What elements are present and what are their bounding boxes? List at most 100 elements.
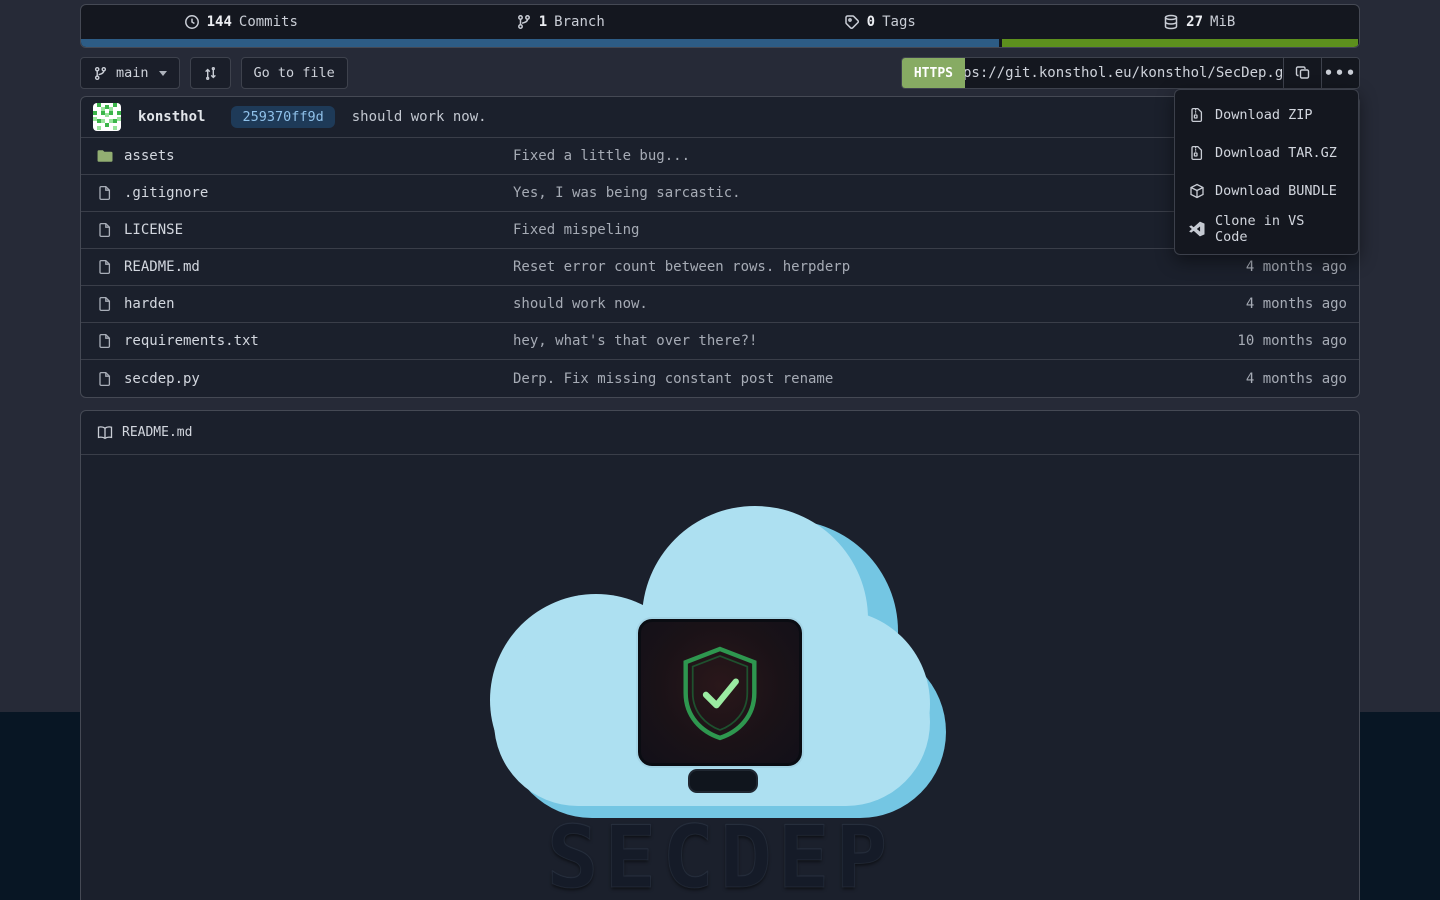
zip-file-icon	[1189, 145, 1205, 161]
kebab-icon: •••	[1324, 64, 1357, 82]
file-icon	[97, 333, 113, 349]
https-protocol-button[interactable]: HTTPS	[902, 58, 965, 88]
clone-url-value: ps://git.konsthol.eu/konsthol/SecDep.git	[965, 65, 1283, 81]
repo-stats-row: 144 Commits 1 Branch 0 Tags 27 MiB	[81, 5, 1359, 39]
stat-tags[interactable]: 0 Tags	[720, 5, 1040, 39]
folder-icon	[97, 148, 113, 164]
file-name[interactable]: requirements.txt	[124, 333, 259, 349]
file-name[interactable]: assets	[124, 148, 175, 164]
file-name[interactable]: harden	[124, 296, 175, 312]
file-table: konsthol 259370ff9d should work now. ass…	[80, 96, 1360, 398]
tags-label: Tags	[882, 14, 916, 30]
branch-selector[interactable]: main	[80, 57, 180, 89]
file-age: 4 months ago	[1189, 371, 1359, 387]
menu-item-label: Clone in VS Code	[1215, 213, 1344, 245]
file-icon	[97, 371, 113, 387]
latest-commit-row: konsthol 259370ff9d should work now.	[81, 97, 1359, 138]
menu-item-download-zip[interactable]: Download ZIP	[1175, 96, 1358, 134]
file-cell: secdep.py	[81, 371, 513, 387]
database-icon	[1163, 14, 1179, 30]
branches-count: 1	[539, 14, 547, 30]
repo-page: 144 Commits 1 Branch 0 Tags 27 MiB	[0, 0, 1440, 900]
commits-count: 144	[207, 14, 232, 30]
compare-icon	[203, 66, 218, 81]
language-bar	[81, 39, 1359, 48]
commit-hash-badge[interactable]: 259370ff9d	[231, 106, 334, 128]
https-label: HTTPS	[914, 66, 953, 81]
download-dropdown-menu: Download ZIP Download TAR.GZ Download BU…	[1174, 89, 1359, 255]
file-name[interactable]: secdep.py	[124, 371, 200, 387]
more-actions-button[interactable]: •••	[1321, 58, 1359, 88]
size-label: MiB	[1210, 14, 1235, 30]
file-commit-message[interactable]: should work now.	[513, 296, 1189, 312]
file-name[interactable]: .gitignore	[124, 185, 208, 201]
secdep-logo-image: SECDEP	[490, 506, 950, 900]
readme-header: README.md	[81, 411, 1359, 455]
stat-size[interactable]: 27 MiB	[1040, 5, 1360, 39]
file-age: 4 months ago	[1189, 296, 1359, 312]
file-icon	[97, 296, 113, 312]
avatar[interactable]	[93, 103, 121, 131]
repo-content: 144 Commits 1 Branch 0 Tags 27 MiB	[80, 0, 1360, 900]
menu-item-clone-vscode[interactable]: Clone in VS Code	[1175, 210, 1358, 248]
file-name[interactable]: README.md	[124, 259, 200, 275]
tags-count: 0	[867, 14, 875, 30]
vscode-icon	[1189, 221, 1205, 237]
stat-branches[interactable]: 1 Branch	[401, 5, 721, 39]
tag-icon	[844, 14, 860, 30]
language-segment-1[interactable]	[81, 39, 999, 48]
file-cell: requirements.txt	[81, 333, 513, 349]
file-cell: LICENSE	[81, 222, 513, 238]
file-icon	[97, 259, 113, 275]
file-commit-message[interactable]: Yes, I was being sarcastic.	[513, 185, 1189, 201]
file-age: 4 months ago	[1189, 259, 1359, 275]
monitor-stand-graphic	[688, 769, 758, 793]
file-commit-message[interactable]: Derp. Fix missing constant post rename	[513, 371, 1189, 387]
table-row: .gitignore Yes, I was being sarcastic.	[81, 175, 1359, 212]
file-cell: assets	[81, 148, 513, 164]
repo-stats-panel: 144 Commits 1 Branch 0 Tags 27 MiB	[80, 4, 1360, 48]
clone-url-input[interactable]: ps://git.konsthol.eu/konsthol/SecDep.git	[965, 58, 1283, 88]
commits-label: Commits	[239, 14, 298, 30]
copy-icon	[1295, 65, 1311, 81]
file-name[interactable]: LICENSE	[124, 222, 183, 238]
table-row: requirements.txt hey, what's that over t…	[81, 323, 1359, 360]
file-commit-message[interactable]: hey, what's that over there?!	[513, 333, 1189, 349]
identicon-image	[93, 103, 121, 131]
file-commit-message[interactable]: Fixed mispeling	[513, 222, 1189, 238]
go-to-file-label: Go to file	[254, 65, 335, 81]
readme-panel: README.md	[80, 410, 1360, 900]
file-icon	[97, 185, 113, 201]
monitor-graphic	[638, 619, 802, 766]
history-icon	[184, 14, 200, 30]
file-commit-message[interactable]: Fixed a little bug...	[513, 148, 1189, 164]
copy-url-button[interactable]	[1283, 58, 1321, 88]
language-segment-2[interactable]	[1002, 39, 1359, 48]
file-commit-message[interactable]: Reset error count between rows. herpderp	[513, 259, 1189, 275]
branch-icon	[93, 66, 108, 81]
branch-selector-label: main	[116, 65, 149, 81]
readme-title: README.md	[122, 425, 192, 440]
menu-item-label: Download TAR.GZ	[1215, 145, 1337, 161]
menu-item-download-targz[interactable]: Download TAR.GZ	[1175, 134, 1358, 172]
package-icon	[1189, 183, 1205, 199]
readme-body: SECDEP	[81, 506, 1359, 900]
commit-author[interactable]: konsthol	[138, 109, 205, 125]
compare-button[interactable]	[190, 57, 231, 89]
menu-item-label: Download BUNDLE	[1215, 183, 1337, 199]
go-to-file-button[interactable]: Go to file	[241, 57, 348, 89]
clone-panel: HTTPS ps://git.konsthol.eu/konsthol/SecD…	[901, 57, 1360, 89]
branch-icon	[516, 14, 532, 30]
menu-item-label: Download ZIP	[1215, 107, 1313, 123]
file-cell: .gitignore	[81, 185, 513, 201]
stat-commits[interactable]: 144 Commits	[81, 5, 401, 39]
repo-toolbar: main Go to file HTTPS ps://git.konsthol.…	[80, 57, 1360, 89]
book-icon	[97, 425, 113, 441]
table-row: LICENSE Fixed mispeling	[81, 212, 1359, 249]
branches-label: Branch	[554, 14, 605, 30]
menu-item-download-bundle[interactable]: Download BUNDLE	[1175, 172, 1358, 210]
zip-file-icon	[1189, 107, 1205, 123]
file-cell: README.md	[81, 259, 513, 275]
commit-message[interactable]: should work now.	[352, 109, 487, 125]
file-age: 10 months ago	[1189, 333, 1359, 349]
